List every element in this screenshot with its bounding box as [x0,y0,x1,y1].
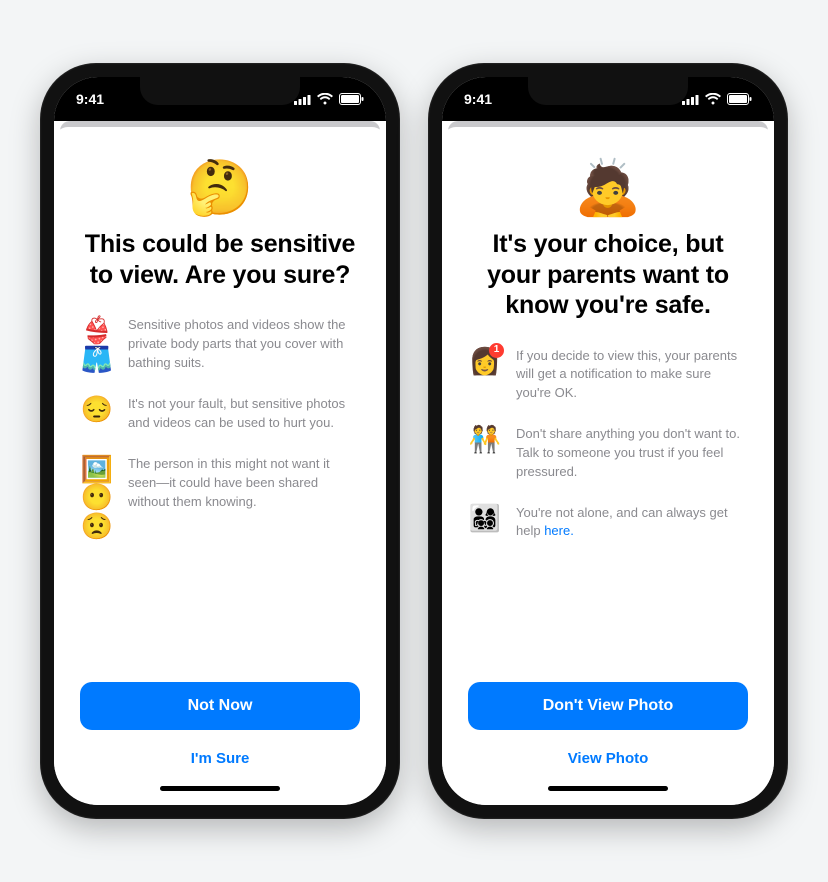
wifi-icon [317,93,333,105]
swimsuit-icon: 👙🩳 [80,316,114,373]
bullet-item: 👩 1 If you decide to view this, your par… [468,347,748,404]
bullet-item: 👨‍👩‍👧‍👦 You're not alone, and can always… [468,504,748,542]
im-sure-button[interactable]: I'm Sure [80,736,360,780]
battery-icon [727,93,752,105]
thinking-face-icon: 🤔 [80,161,360,215]
view-photo-button[interactable]: View Photo [468,736,748,780]
bullet-item: 👙🩳 Sensitive photos and videos show the … [80,316,360,373]
bullet-text: It's not your fault, but sensitive photo… [128,395,360,433]
bullet-item: 😔 It's not your fault, but sensitive pho… [80,395,360,433]
bullet-text: The person in this might not want it see… [128,455,360,512]
bullet-item: 🧑‍🤝‍🧑 Don't share anything you don't wan… [468,425,748,482]
pensive-face-icon: 😔 [80,395,114,424]
phone-right: 9:41 🙇 It's your choice, but your parent… [428,63,788,819]
family-icon: 👨‍👩‍👧‍👦 [468,504,502,533]
home-indicator [548,786,668,791]
wifi-icon [705,93,721,105]
bullet-text: If you decide to view this, your parents… [516,347,748,404]
parent-avatar-icon: 👩 1 [468,347,502,376]
status-time: 9:41 [76,91,104,107]
bullet-item: 🖼️😶😟 The person in this might not want i… [80,455,360,541]
bullet-text: Sensitive photos and videos show the pri… [128,316,360,373]
modal-sheet: 🤔 This could be sensitive to view. Are y… [54,127,386,805]
bullet-list: 👩 1 If you decide to view this, your par… [468,347,748,542]
modal-title: It's your choice, but your parents want … [468,229,748,321]
people-icon: 🧑‍🤝‍🧑 [468,425,502,454]
bullet-list: 👙🩳 Sensitive photos and videos show the … [80,316,360,541]
phone-left: 9:41 🤔 This could be sensitive to view. … [40,63,400,819]
screen: 9:41 🙇 It's your choice, but your parent… [442,77,774,805]
screen: 9:41 🤔 This could be sensitive to view. … [54,77,386,805]
notch [528,77,688,105]
help-link[interactable]: here. [544,523,574,538]
person-bowing-icon: 🙇 [468,161,748,215]
notch [140,77,300,105]
modal-title: This could be sensitive to view. Are you… [80,229,360,290]
dont-view-photo-button[interactable]: Don't View Photo [468,682,748,730]
bullet-text: You're not alone, and can always get hel… [516,504,748,542]
bullet-text: Don't share anything you don't want to. … [516,425,748,482]
battery-icon [339,93,364,105]
home-indicator [160,786,280,791]
not-now-button[interactable]: Not Now [80,682,360,730]
framed-picture-icon: 🖼️😶😟 [80,455,114,541]
notification-badge: 1 [489,343,504,358]
modal-sheet: 🙇 It's your choice, but your parents wan… [442,127,774,805]
status-time: 9:41 [464,91,492,107]
